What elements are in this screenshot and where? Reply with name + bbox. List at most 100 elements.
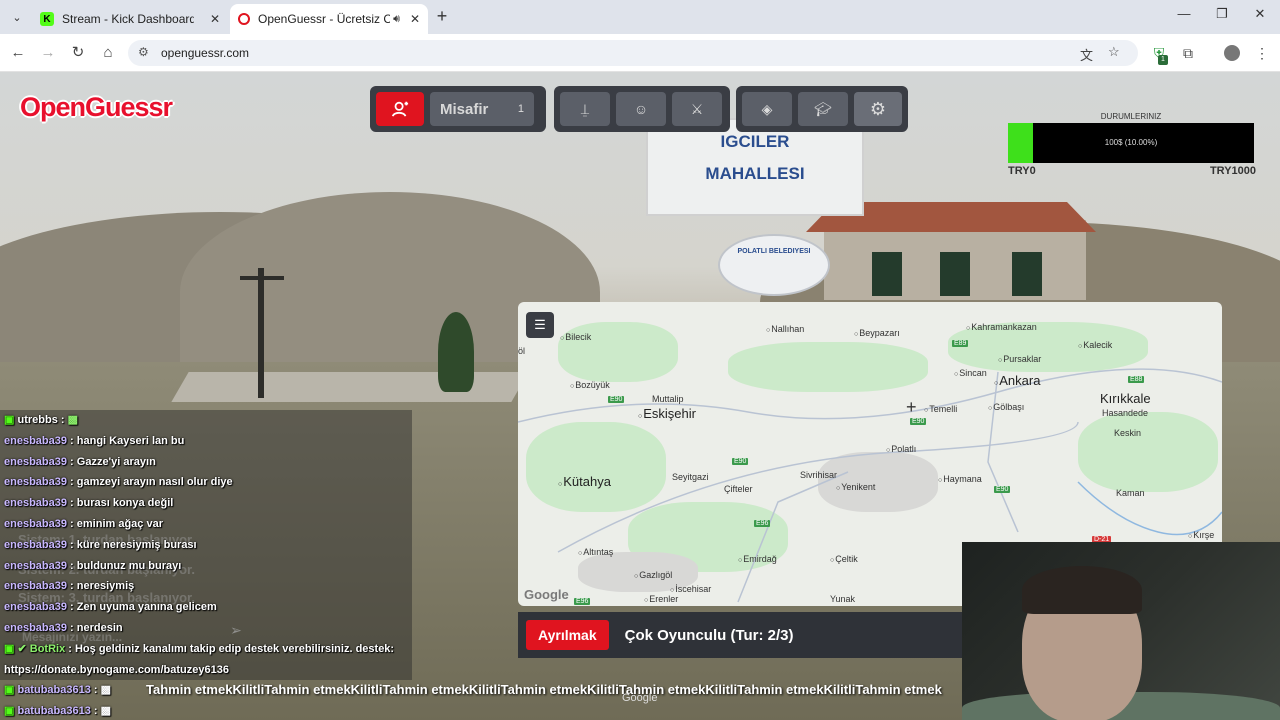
map-label-city: Polatlı bbox=[886, 444, 916, 454]
map-label-city: Gazlıgöl bbox=[634, 570, 672, 580]
chat-text: buldunuz mu burayı bbox=[76, 559, 182, 572]
new-tab-button[interactable]: + bbox=[432, 7, 452, 27]
bookmark-star-icon[interactable]: ☆ bbox=[1108, 44, 1120, 60]
player-group: Misafir 1 bbox=[370, 86, 546, 132]
building-window bbox=[1012, 252, 1042, 296]
profile-avatar[interactable] bbox=[1221, 42, 1243, 64]
address-bar[interactable]: ⚙ openguessr.com 文 ☆ bbox=[128, 40, 1138, 66]
map-label-city: Muttalip bbox=[652, 394, 684, 404]
minimize-icon[interactable]: — bbox=[1172, 6, 1196, 28]
chat-user: enesbaba39 bbox=[4, 517, 67, 530]
map-label-city: Yunak bbox=[830, 594, 856, 604]
forward-icon[interactable]: → bbox=[37, 42, 59, 64]
chat-message: enesbaba39 : neresiymiş bbox=[0, 576, 412, 598]
google-watermark: Google bbox=[622, 692, 658, 704]
stream-chat: ▣ utrebbs : ▩ enesbaba39 : hangi Kayseri… bbox=[0, 410, 412, 720]
budget-bar: 100$ (10.00%) bbox=[1008, 123, 1254, 163]
street-view-panorama[interactable]: IGCILER MAHALLESI POLATLI BELEDIYESI Ope… bbox=[0, 72, 1280, 720]
map-label-city: Gölbaşı bbox=[988, 402, 1024, 412]
mode-group: ⍊ ☺ ⚔ bbox=[554, 86, 730, 132]
map-label-city: Kahramankazan bbox=[966, 322, 1037, 332]
menu-kebab-icon[interactable]: ⋮ bbox=[1251, 42, 1273, 64]
sign-line-2: MAHALLESI bbox=[705, 164, 805, 183]
highway-marker: E90 bbox=[608, 396, 625, 403]
window-close-icon[interactable]: ✕ bbox=[1248, 6, 1272, 28]
map-label-city: Sincan bbox=[954, 368, 987, 378]
budget-min: TRY0 bbox=[1008, 165, 1036, 177]
restore-icon[interactable]: ❐ bbox=[1210, 6, 1234, 28]
podium-icon: ⍊ bbox=[580, 100, 590, 117]
tab-openguessr[interactable]: OpenGuessr - Ücretsiz Coğ 🔊︎ ✕ bbox=[230, 4, 428, 34]
crosshair-cursor: + bbox=[906, 397, 917, 417]
chat-text: Gazze'yi arayın bbox=[76, 455, 156, 468]
map-label-city: Ankara bbox=[994, 373, 1040, 388]
map-label-city: Eskişehir bbox=[638, 406, 696, 421]
highway-marker: E88 bbox=[1128, 376, 1145, 383]
site-info-icon[interactable]: ⚙ bbox=[138, 45, 149, 59]
chat-user: enesbaba39 bbox=[4, 621, 67, 634]
map-label-city: Sivrihisar bbox=[800, 470, 838, 480]
chat-user: batubaba3613 bbox=[17, 705, 91, 718]
close-icon[interactable]: ✕ bbox=[410, 12, 420, 26]
chat-user: enesbaba39 bbox=[4, 601, 67, 614]
webcam-person-hair bbox=[1022, 566, 1142, 614]
player-name-field[interactable]: Misafir 1 bbox=[430, 92, 534, 126]
chat-message: enesbaba39 : burası konya değil bbox=[0, 493, 412, 514]
chat-message: enesbaba39 : buldunuz mu burayı bbox=[0, 555, 412, 577]
map-label-city: Kaman bbox=[1116, 488, 1145, 498]
tab-strip: ⌄ K Stream - Kick Dashboard ✕ OpenGuessr… bbox=[0, 0, 1280, 34]
map-footer: Ayrılmak Çok Oyunculu (Tur: 2/3) bbox=[518, 612, 968, 658]
seal-text: POLATLI BELEDIYESI bbox=[737, 248, 811, 255]
learn-button[interactable]: 🎓︎ bbox=[798, 92, 848, 126]
chat-message: enesbaba39 : nerdesin bbox=[0, 617, 412, 639]
map-settings-button[interactable]: ☰ bbox=[526, 312, 554, 338]
chat-text: küre neresiymiş burası bbox=[76, 538, 197, 551]
battle-button[interactable]: ⚔ bbox=[672, 92, 722, 126]
chat-user: enesbaba39 bbox=[4, 476, 67, 489]
home-icon[interactable]: ⌂ bbox=[97, 42, 119, 64]
chat-link[interactable]: https://donate.bynogame.com/batuzey6136 bbox=[0, 659, 412, 681]
map-label-city: Seyitgazi bbox=[672, 472, 709, 482]
map-label-city: Nallıhan bbox=[766, 324, 804, 334]
sliders-icon: ☰ bbox=[534, 317, 546, 332]
kick-icon: ▣ bbox=[4, 684, 15, 697]
map-label-city: öl bbox=[518, 346, 526, 356]
chat-text: burası konya değil bbox=[76, 497, 174, 510]
map-label-city: Kırşe bbox=[1188, 530, 1214, 540]
chat-user: batubaba3613 bbox=[17, 684, 91, 697]
chat-message: enesbaba39 : küre neresiymiş burası bbox=[0, 534, 412, 556]
map-label-city: Beypazarı bbox=[854, 328, 900, 338]
webcam-overlay bbox=[962, 542, 1280, 720]
map-attribution: Google bbox=[524, 587, 569, 602]
layers-button[interactable]: ◈ bbox=[742, 92, 792, 126]
map-label-city: Keskin bbox=[1114, 428, 1142, 438]
speaker-icon[interactable]: 🔊︎ bbox=[393, 13, 400, 26]
map-label-city: Emirdağ bbox=[738, 554, 777, 564]
translate-icon[interactable]: 文 bbox=[1080, 45, 1093, 64]
chat-text: Zen uyuma yanına gelicem bbox=[76, 601, 217, 614]
village-sign: IGCILER MAHALLESI bbox=[646, 118, 864, 216]
party-button[interactable]: ☺ bbox=[616, 92, 666, 126]
leaderboard-button[interactable]: ⍊ bbox=[560, 92, 610, 126]
chat-message: enesbaba39 : Gazze'yi arayın bbox=[0, 451, 412, 473]
tab-kick-dashboard[interactable]: K Stream - Kick Dashboard ✕ bbox=[32, 4, 228, 34]
leave-button[interactable]: Ayrılmak bbox=[526, 620, 609, 650]
back-icon[interactable]: ← bbox=[7, 42, 29, 64]
extensions-puzzle-icon[interactable]: ⧉ bbox=[1177, 42, 1199, 64]
user-add-icon bbox=[391, 101, 409, 117]
map-label-city: Bilecik bbox=[560, 332, 591, 342]
chat-user: enesbaba39 bbox=[4, 455, 67, 468]
tab-title: OpenGuessr - Ücretsiz Coğ bbox=[258, 12, 390, 26]
chat-user: utrebbs bbox=[17, 414, 58, 426]
map-label-city: Çeltik bbox=[830, 554, 858, 564]
chat-text: Hoş geldiniz kanalımı takip edip destek … bbox=[74, 642, 395, 655]
settings-button[interactable]: ⚙ bbox=[854, 92, 902, 126]
chat-text: hangi Kayseri lan bu bbox=[76, 434, 185, 447]
tab-search-button[interactable]: ⌄ bbox=[6, 6, 28, 28]
close-icon[interactable]: ✕ bbox=[210, 12, 220, 26]
gear-icon: ⚙ bbox=[869, 98, 887, 119]
group-icon: ☺ bbox=[633, 101, 649, 117]
reload-icon[interactable]: ↻ bbox=[67, 42, 89, 64]
add-player-button[interactable] bbox=[376, 92, 424, 126]
openguessr-logo[interactable]: OpenGuessr bbox=[20, 92, 173, 123]
